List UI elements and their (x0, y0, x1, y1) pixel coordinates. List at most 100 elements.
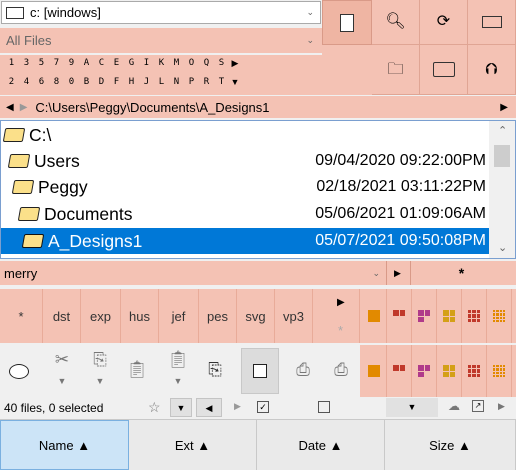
ext-more[interactable]: ▶ * (322, 289, 360, 343)
char-filter-B[interactable]: B (79, 77, 94, 87)
view-small-grid-button[interactable] (437, 345, 462, 397)
char-filter-9[interactable]: 9 (64, 58, 79, 69)
checkbox-checked[interactable]: ✓ (257, 401, 269, 413)
char-filter-K[interactable]: K (154, 58, 169, 69)
folder-tree[interactable]: C:\ Users 09/04/2020 09:22:00PM Peggy 02/18… (0, 120, 516, 259)
arrow-right-icon[interactable]: ▶ (337, 297, 345, 308)
drive-button[interactable] (468, 0, 516, 45)
paste-button[interactable]: 📋︎ (122, 360, 152, 384)
arrow-right-icon[interactable]: ▶ (498, 401, 505, 412)
char-filter-I[interactable]: I (139, 58, 154, 69)
ext-filter-all[interactable]: * (0, 289, 43, 343)
char-filter-F[interactable]: F (109, 77, 124, 87)
chevron-down-icon[interactable]: ⌄ (306, 35, 314, 46)
column-header-name[interactable]: Name ▲ (0, 420, 129, 470)
char-filter-C[interactable]: C (94, 58, 109, 69)
ext-filter-svg[interactable]: svg (237, 289, 275, 343)
column-header-size[interactable]: Size ▲ (385, 420, 516, 470)
ext-extra[interactable]: * (338, 323, 343, 338)
char-filter-S[interactable]: S (214, 58, 229, 69)
char-filter-R[interactable]: R (199, 77, 214, 87)
embroidery-view-button[interactable] (322, 0, 372, 45)
view-dropdown-button[interactable]: ▼ (386, 398, 438, 417)
parent-folder-button[interactable]: ⮉ (468, 45, 516, 95)
char-scroll-right-icon[interactable]: ▶ (229, 58, 241, 69)
char-filter-1[interactable]: 1 (4, 58, 19, 69)
ext-filter-dst[interactable]: dst (43, 289, 81, 343)
ext-filter-jef[interactable]: jef (159, 289, 199, 343)
view-grid-button[interactable] (462, 289, 487, 343)
copy-files-button[interactable]: ⎘ (200, 360, 230, 384)
tree-scrollbar[interactable]: ⌃ ⌄ (489, 121, 515, 258)
search-go-button[interactable]: ▶ (386, 261, 408, 285)
char-filter-H[interactable]: H (124, 77, 139, 87)
char-filter-5[interactable]: 5 (34, 58, 49, 69)
view-single-button[interactable] (362, 289, 387, 343)
char-filter-O[interactable]: O (184, 58, 199, 69)
cut-button[interactable]: ✂ ▼ (44, 350, 80, 394)
forward-arrow-icon[interactable]: ▶ (20, 102, 28, 113)
char-filter-D[interactable]: D (94, 77, 109, 87)
char-filter-G[interactable]: G (124, 58, 139, 69)
scroll-thumb[interactable] (494, 145, 510, 167)
scroll-up-icon[interactable]: ⌃ (498, 124, 507, 137)
next-arrow-icon[interactable]: ▶ (234, 401, 241, 412)
paste-special-button[interactable]: 📋︎ ▼ (160, 350, 196, 394)
star-icon[interactable]: ☆ (148, 399, 161, 416)
scroll-down-icon[interactable]: ⌄ (498, 241, 507, 254)
prev-button[interactable]: ◀ (196, 398, 222, 417)
char-scroll-down-icon[interactable]: ▼ (229, 77, 241, 87)
view-dense-grid-button[interactable] (487, 345, 512, 397)
char-filter-N[interactable]: N (169, 77, 184, 87)
char-filter-L[interactable]: L (154, 77, 169, 87)
search-wildcard-button[interactable]: * (410, 261, 512, 285)
view-small-grid-button[interactable] (437, 289, 462, 343)
new-folder-button[interactable]: 🗀 (372, 45, 420, 95)
view-two-button[interactable] (387, 289, 412, 343)
cloud-icon[interactable]: ☁ (448, 399, 460, 413)
folder-button[interactable] (420, 45, 468, 95)
char-filter-8[interactable]: 8 (49, 77, 64, 87)
chevron-down-icon[interactable]: ⌄ (306, 7, 314, 18)
view-dense-grid-button[interactable] (487, 289, 512, 343)
column-header-ext[interactable]: Ext ▲ (129, 420, 257, 470)
refresh-button[interactable]: ⟳ (420, 0, 468, 45)
view-list-button[interactable] (412, 289, 437, 343)
view-two-button[interactable] (387, 345, 412, 397)
tree-item[interactable]: Documents 05/06/2021 01:09:06AM (1, 201, 489, 227)
file-filter-select[interactable]: All Files ⌄ (0, 28, 322, 53)
ext-filter-exp[interactable]: exp (81, 289, 121, 343)
path-next-arrow-icon[interactable]: ▶ (500, 102, 508, 113)
external-link-icon[interactable]: ↗ (472, 400, 484, 412)
back-arrow-icon[interactable]: ◀ (6, 102, 14, 113)
char-filter-6[interactable]: 6 (34, 77, 49, 87)
view-list-button[interactable] (412, 345, 437, 397)
print-button[interactable]: ⎙ (326, 360, 356, 384)
view-grid-button[interactable] (462, 345, 487, 397)
char-filter-Q[interactable]: Q (199, 58, 214, 69)
tree-item[interactable]: A_Designs1 05/07/2021 09:50:08PM (1, 228, 489, 254)
char-filter-A[interactable]: A (79, 58, 94, 69)
ext-filter-hus[interactable]: hus (121, 289, 159, 343)
path-text[interactable]: C:\Users\Peggy\Documents\A_Designs1 (35, 100, 269, 115)
sort-dropdown-button[interactable]: ▼ (170, 398, 192, 417)
char-filter-3[interactable]: 3 (19, 58, 34, 69)
tree-item[interactable]: Users 09/04/2020 09:22:00PM (1, 148, 489, 174)
char-filter-M[interactable]: M (169, 58, 184, 69)
properties-button[interactable]: ⎙ (288, 360, 318, 384)
drive-select[interactable]: c: [windows] ⌄ (1, 1, 321, 24)
char-filter-2[interactable]: 2 (4, 77, 19, 87)
checkbox-unchecked[interactable] (318, 401, 330, 413)
ext-filter-vp3[interactable]: vp3 (275, 289, 313, 343)
chevron-down-icon[interactable]: ⌄ (372, 268, 380, 279)
char-filter-P[interactable]: P (184, 77, 199, 87)
tree-item[interactable]: Peggy 02/18/2021 03:11:22PM (1, 174, 489, 200)
tree-root[interactable]: C:\ (2, 122, 484, 148)
char-filter-4[interactable]: 4 (19, 77, 34, 87)
view-single-button[interactable] (362, 345, 387, 397)
char-filter-J[interactable]: J (139, 77, 154, 87)
char-filter-0[interactable]: 0 (64, 77, 79, 87)
char-filter-7[interactable]: 7 (49, 58, 64, 69)
info-search-button[interactable]: 🔍︎ (372, 0, 420, 45)
save-button[interactable] (241, 348, 279, 394)
